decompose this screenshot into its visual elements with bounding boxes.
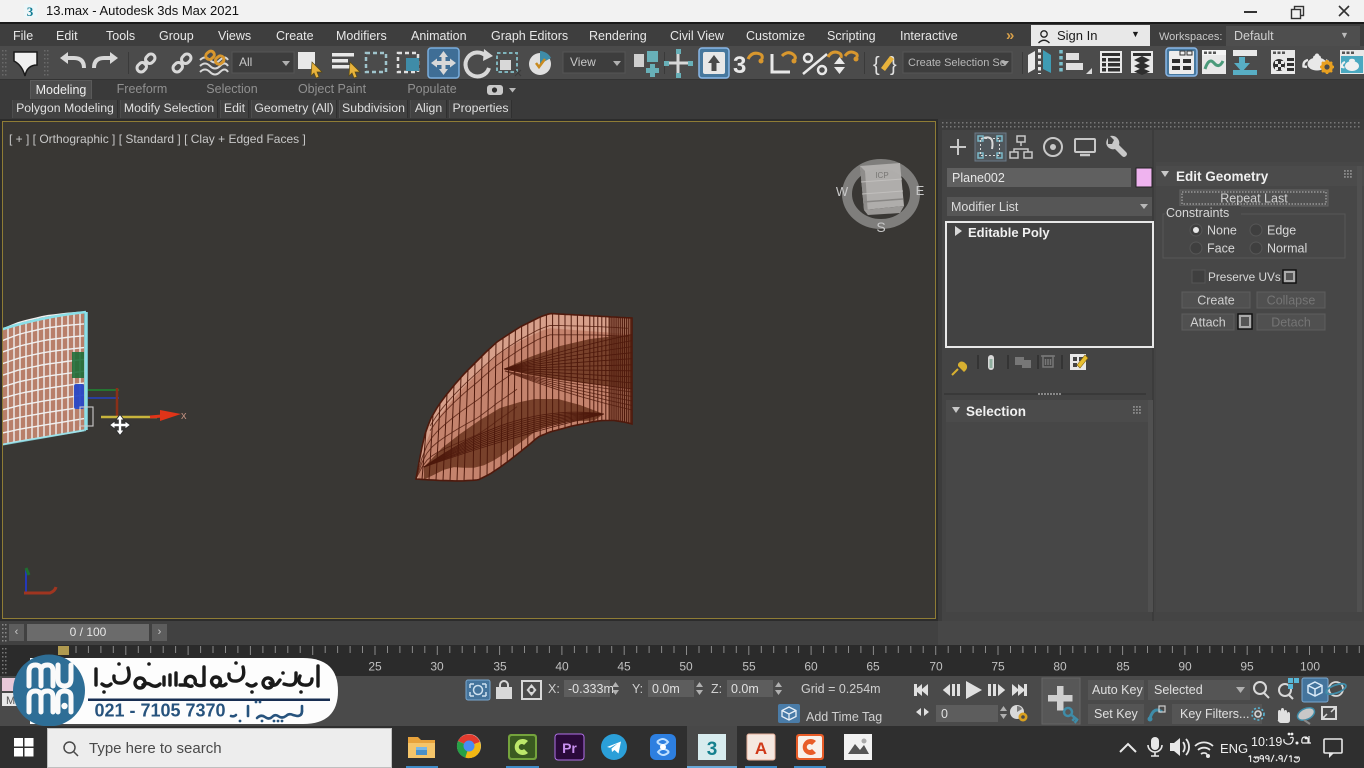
svg-text:Create: Create (1197, 294, 1235, 308)
svg-text:Preserve UVs: Preserve UVs (1208, 270, 1281, 284)
svg-text:Editable Poly: Editable Poly (968, 225, 1050, 240)
svg-text:Pr: Pr (562, 740, 577, 756)
svg-text:95: 95 (1240, 660, 1254, 674)
svg-text:100: 100 (1300, 660, 1320, 674)
svg-text:0.0m: 0.0m (652, 682, 680, 696)
svg-text:Face: Face (1207, 242, 1235, 256)
svg-text:None: None (1207, 224, 1237, 238)
svg-text:Selected: Selected (1154, 683, 1203, 697)
svg-text:50: 50 (679, 660, 693, 674)
svg-text:35: 35 (493, 660, 507, 674)
svg-text:3: 3 (733, 52, 746, 79)
svg-text:S: S (876, 219, 885, 235)
svg-text:Selection: Selection (966, 404, 1026, 419)
svg-text:{: { (873, 54, 880, 76)
svg-text:X:: X: (548, 682, 560, 696)
svg-text:Attach: Attach (1190, 316, 1225, 330)
svg-text:Grid = 0.254m: Grid = 0.254m (801, 682, 881, 696)
svg-text:W: W (836, 184, 849, 199)
svg-text:Auto Key: Auto Key (1092, 683, 1143, 697)
svg-text:Normal: Normal (1267, 242, 1307, 256)
svg-text:90: 90 (1178, 660, 1192, 674)
svg-text:Y:: Y: (632, 682, 643, 696)
svg-text:All: All (239, 55, 252, 69)
svg-text:Add Time Tag: Add Time Tag (806, 710, 882, 724)
svg-text:80: 80 (1053, 660, 1067, 674)
svg-text:55: 55 (742, 660, 756, 674)
svg-text:85: 85 (1116, 660, 1130, 674)
svg-text:Edge: Edge (1267, 224, 1296, 238)
svg-text:x: x (181, 410, 187, 422)
svg-text:75: 75 (991, 660, 1005, 674)
svg-text:3: 3 (27, 4, 34, 19)
svg-text:Create Selection Se: Create Selection Se (908, 57, 1006, 69)
svg-text:ENG: ENG (1220, 741, 1248, 756)
svg-text:021 - 7105 7370: 021 - 7105 7370 (94, 701, 225, 721)
svg-text:ICP: ICP (875, 171, 888, 180)
svg-text:25: 25 (368, 660, 382, 674)
svg-text:30: 30 (430, 660, 444, 674)
svg-text:0.0m: 0.0m (731, 682, 759, 696)
svg-text:60: 60 (804, 660, 818, 674)
svg-text:70: 70 (929, 660, 943, 674)
svg-text:Edit Geometry: Edit Geometry (1176, 169, 1269, 184)
svg-text:40: 40 (555, 660, 569, 674)
svg-text:View: View (570, 55, 596, 69)
svg-text:Key Filters...: Key Filters... (1180, 707, 1249, 721)
svg-text:Detach: Detach (1271, 316, 1311, 330)
svg-text:Z:: Z: (711, 682, 722, 696)
svg-text:0: 0 (941, 707, 948, 721)
svg-text:Repeat Last: Repeat Last (1220, 192, 1288, 206)
svg-text:65: 65 (866, 660, 880, 674)
svg-text:Constraints: Constraints (1166, 206, 1229, 220)
svg-text:Modifier List: Modifier List (951, 200, 1019, 214)
svg-text:-0.333m: -0.333m (568, 682, 614, 696)
svg-text:45: 45 (617, 660, 631, 674)
svg-text:10:19: 10:19 (1251, 735, 1282, 749)
svg-text:Collapse: Collapse (1267, 294, 1316, 308)
svg-text:E: E (916, 183, 925, 198)
svg-text:Plane002: Plane002 (952, 171, 1005, 185)
svg-text:A: A (755, 739, 767, 758)
svg-text:Set Key: Set Key (1094, 707, 1139, 721)
svg-text:3: 3 (707, 739, 718, 760)
